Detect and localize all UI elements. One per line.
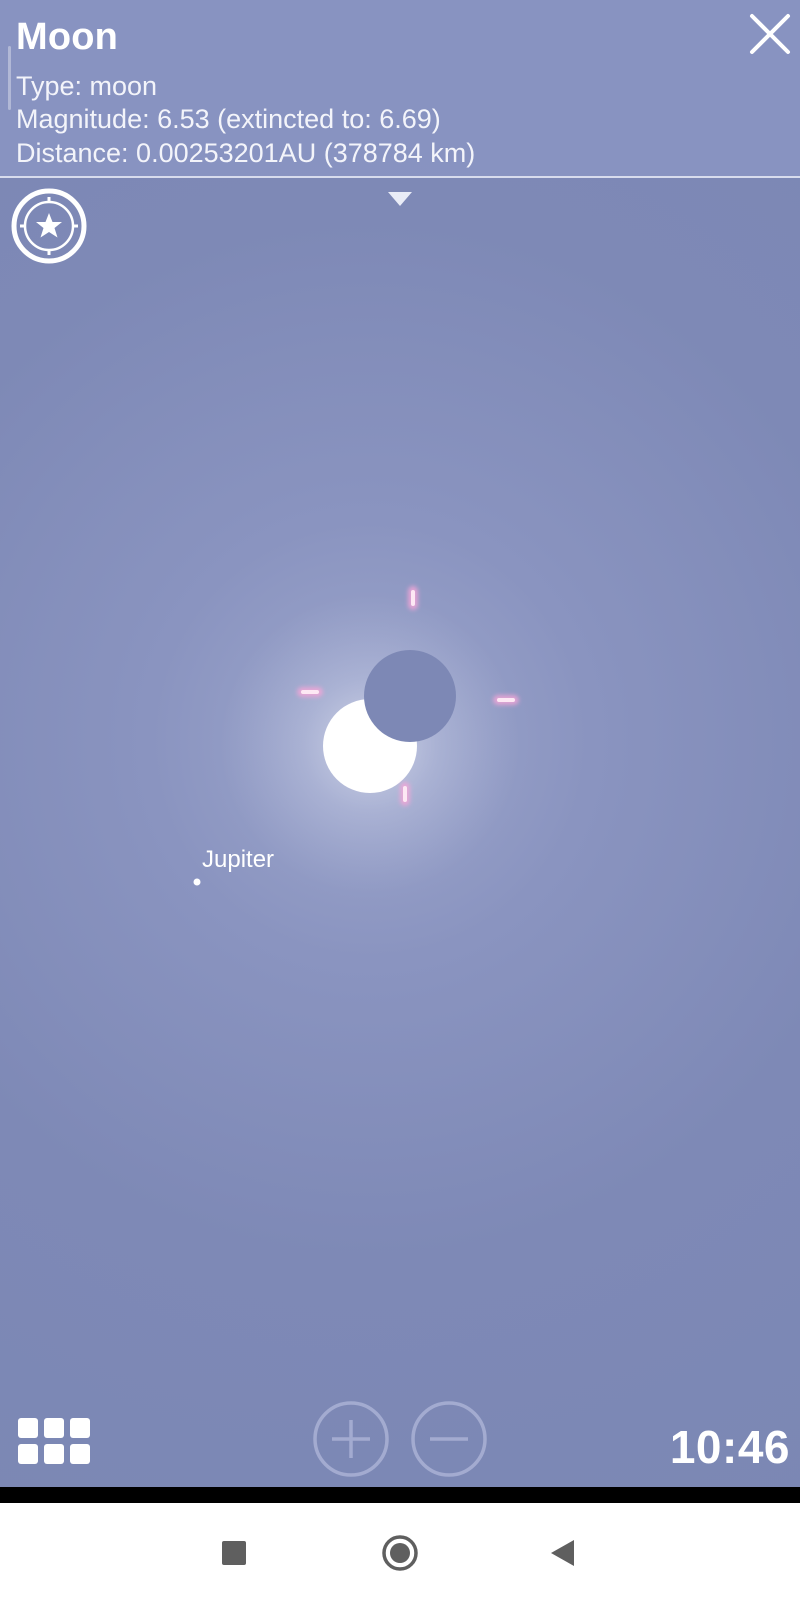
recents-button[interactable] (212, 1531, 256, 1575)
menu-button[interactable] (18, 1418, 90, 1466)
jupiter-label[interactable]: Jupiter (202, 846, 274, 874)
object-distance: Distance: 0.00253201AU (378784 km) (16, 138, 476, 168)
screen-bottom-edge (0, 1487, 800, 1503)
home-button[interactable] (378, 1531, 422, 1575)
object-info-panel: Moon Type: moon Magnitude: 6.53 (extinct… (0, 0, 800, 178)
sky-canvas (193, 586, 520, 895)
panel-scroll-indicator (8, 46, 11, 110)
star-compass-icon (11, 188, 87, 264)
circle-icon (382, 1535, 418, 1571)
favorites-button[interactable] (10, 187, 88, 265)
earth-shadow (364, 650, 456, 742)
zoom-out-button[interactable] (410, 1400, 488, 1478)
square-icon (222, 1541, 246, 1565)
collapse-panel-button[interactable] (386, 190, 414, 208)
object-magnitude: Magnitude: 6.53 (extincted to: 6.69) (16, 104, 441, 134)
zoom-in-button[interactable] (312, 1400, 390, 1478)
object-title: Moon (16, 16, 119, 58)
system-nav-bar (0, 1503, 800, 1600)
plus-circle-icon (313, 1401, 389, 1477)
close-button[interactable] (744, 8, 796, 60)
triangle-back-icon (551, 1540, 574, 1566)
close-icon (750, 14, 790, 54)
triangle-down-icon (388, 192, 412, 206)
jupiter-dot[interactable] (193, 878, 201, 886)
back-button[interactable] (540, 1531, 584, 1575)
object-type: Type: moon (16, 71, 158, 101)
grid-icon (18, 1418, 90, 1464)
time-display[interactable]: 10:46 (670, 1420, 790, 1474)
minus-circle-icon (411, 1401, 487, 1477)
